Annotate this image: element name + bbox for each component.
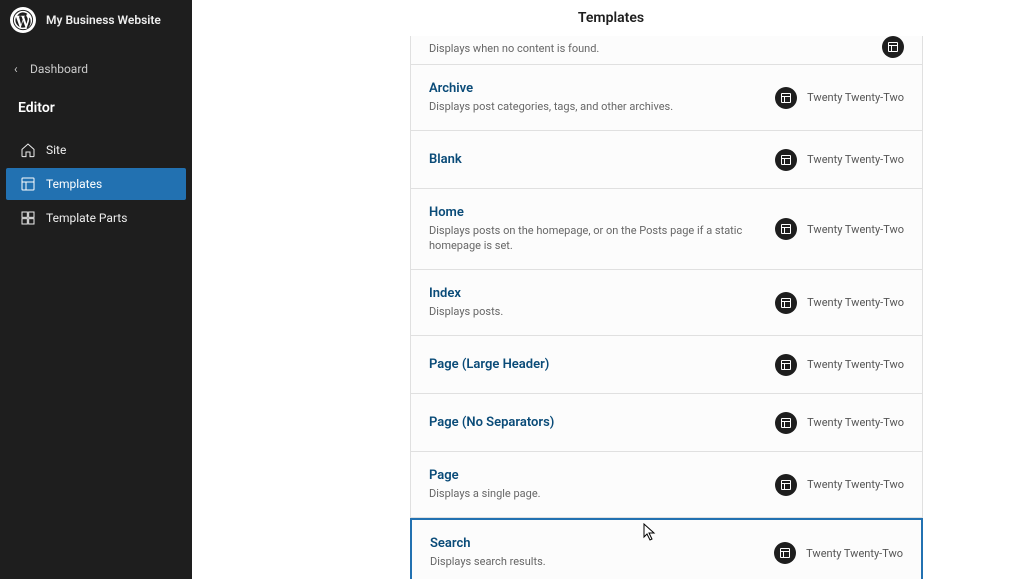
sidebar-item-site[interactable]: Site bbox=[6, 134, 186, 166]
theme-name: Twenty Twenty-Two bbox=[807, 223, 904, 236]
template-row[interactable]: Page Displays a single page. Twenty Twen… bbox=[410, 452, 923, 518]
theme-icon bbox=[775, 354, 797, 376]
template-row[interactable]: Search Displays search results. Twenty T… bbox=[410, 518, 923, 579]
back-label: Dashboard bbox=[30, 62, 88, 76]
template-row[interactable]: Index Displays posts. Twenty Twenty-Two bbox=[410, 270, 923, 336]
theme-icon bbox=[774, 542, 796, 564]
theme-icon bbox=[882, 36, 904, 58]
back-to-dashboard-link[interactable]: ‹ Dashboard bbox=[0, 52, 192, 86]
template-title[interactable]: Archive bbox=[429, 81, 775, 96]
theme-name: Twenty Twenty-Two bbox=[807, 358, 904, 371]
template-parts-icon bbox=[20, 210, 36, 226]
template-title[interactable]: Home bbox=[429, 205, 775, 220]
theme-name: Twenty Twenty-Two bbox=[807, 153, 904, 166]
theme-name: Twenty Twenty-Two bbox=[806, 547, 903, 560]
template-title[interactable]: Search bbox=[430, 536, 774, 551]
template-desc: Displays when no content is found. bbox=[429, 42, 882, 56]
template-desc: Displays posts on the homepage, or on th… bbox=[429, 224, 775, 253]
sidebar-item-templates[interactable]: Templates bbox=[6, 168, 186, 200]
template-desc: Displays posts. bbox=[429, 305, 775, 319]
sidebar-item-label: Templates bbox=[46, 177, 102, 191]
template-title[interactable]: Blank bbox=[429, 152, 775, 167]
template-list: Displays when no content is found. Archi… bbox=[410, 36, 923, 579]
sidebar-header: My Business Website bbox=[0, 0, 192, 40]
template-row[interactable]: Page (No Separators) Twenty Twenty-Two bbox=[410, 394, 923, 452]
template-row[interactable]: Page (Large Header) Twenty Twenty-Two bbox=[410, 336, 923, 394]
sidebar-item-label: Template Parts bbox=[46, 211, 127, 225]
sidebar-item-template-parts[interactable]: Template Parts bbox=[6, 202, 186, 234]
theme-icon bbox=[775, 474, 797, 496]
template-title[interactable]: Index bbox=[429, 286, 775, 301]
content-area: Displays when no content is found. Archi… bbox=[192, 36, 1030, 579]
template-desc: Displays search results. bbox=[430, 555, 774, 569]
template-row[interactable]: Archive Displays post categories, tags, … bbox=[410, 65, 923, 131]
sidebar-item-label: Site bbox=[46, 143, 66, 157]
template-desc: Displays post categories, tags, and othe… bbox=[429, 100, 775, 114]
template-title[interactable]: Page bbox=[429, 468, 775, 483]
theme-icon bbox=[775, 412, 797, 434]
sidebar: My Business Website ‹ Dashboard Editor S… bbox=[0, 0, 192, 579]
template-title[interactable]: Page (Large Header) bbox=[429, 357, 775, 372]
template-row[interactable]: Blank Twenty Twenty-Two bbox=[410, 131, 923, 189]
layout-icon bbox=[20, 176, 36, 192]
theme-name: Twenty Twenty-Two bbox=[807, 296, 904, 309]
chevron-left-icon: ‹ bbox=[14, 62, 24, 76]
template-row[interactable]: Home Displays posts on the homepage, or … bbox=[410, 189, 923, 270]
theme-name: Twenty Twenty-Two bbox=[807, 416, 904, 429]
site-title: My Business Website bbox=[46, 13, 161, 27]
main-area: Templates Displays when no content is fo… bbox=[192, 0, 1030, 579]
wordpress-logo-icon[interactable] bbox=[10, 7, 36, 33]
navigator-title: Editor bbox=[0, 86, 192, 134]
theme-icon bbox=[775, 87, 797, 109]
template-row[interactable]: Displays when no content is found. bbox=[410, 36, 923, 65]
theme-icon bbox=[775, 292, 797, 314]
theme-icon bbox=[775, 218, 797, 240]
theme-name: Twenty Twenty-Two bbox=[807, 91, 904, 104]
theme-icon bbox=[775, 149, 797, 171]
template-title[interactable]: Page (No Separators) bbox=[429, 415, 775, 430]
page-title: Templates bbox=[192, 0, 1030, 36]
home-icon bbox=[20, 142, 36, 158]
theme-name: Twenty Twenty-Two bbox=[807, 478, 904, 491]
template-desc: Displays a single page. bbox=[429, 487, 775, 501]
